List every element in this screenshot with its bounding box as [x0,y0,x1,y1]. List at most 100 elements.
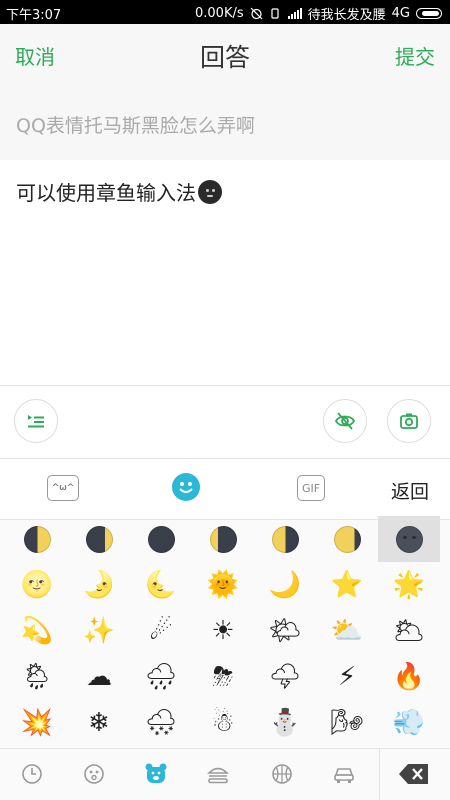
emoji-glyph: ☃ [211,708,235,738]
emoji-glyph: ⚡ [337,662,357,692]
eye-off-icon [334,412,356,430]
gif-label: GIF [301,481,321,495]
emoji-glyph: ❄ [88,708,110,738]
emoji-cell[interactable]: ☁ [68,654,130,700]
emoji-cell[interactable] [192,516,254,562]
kaomoji-label: ^ω^ [51,483,75,493]
emoji-cell[interactable] [130,516,192,562]
answer-input[interactable]: 可以使用章鱼输入法 [16,177,222,206]
first-quarter-moon-icon [23,525,51,553]
emoji-cell[interactable]: ☀ [192,608,254,654]
emoji-cell[interactable]: ❄ [68,700,130,746]
emoji-glyph: 🌤 [268,616,302,646]
category-food[interactable] [204,760,232,788]
emoji-glyph: 🔥 [392,662,426,692]
emoji-glyph: 🌞 [206,570,240,600]
emoji-glyph: 🌬 [330,708,364,738]
status-time: 下午3:07 [6,8,62,23]
category-nature[interactable] [142,760,170,788]
category-recent[interactable] [18,760,46,788]
emoji-cell[interactable]: ☃ [192,700,254,746]
category-activity[interactable] [268,760,296,788]
emoji-glyph: 💥 [20,708,54,738]
new-moon-face-icon [395,525,423,553]
emoji-cell[interactable]: ☄ [130,608,192,654]
emoji-cell[interactable]: 🌟 [378,562,440,608]
emoji-glyph: 🌝 [20,570,54,600]
emoji-cell[interactable] [254,516,316,562]
new-moon-icon [147,525,175,553]
emoji-glyph: 💨 [392,708,426,738]
signal-icon [287,8,302,19]
face-icon [84,764,104,784]
back-button[interactable]: 返回 [385,474,435,506]
battery-icon [416,8,442,19]
emoji-cell[interactable]: 🌨 [130,700,192,746]
mute-icon [271,8,279,19]
gif-tab[interactable]: GIF [297,475,325,501]
format-list-button[interactable] [14,399,58,443]
emoji-cell[interactable]: ⚡ [316,654,378,700]
backspace-icon[interactable] [398,762,430,786]
emoji-glyph: ⛅ [330,616,364,646]
emoji-glyph: ☁ [86,662,112,692]
category-faces[interactable] [80,760,108,788]
emoji-cell[interactable]: 💥 [6,700,68,746]
emoji-cell[interactable]: 🌦 [6,654,68,700]
emoji-glyph: 🌧 [144,662,178,692]
food-icon [207,767,229,784]
emoji-cell[interactable]: 🌧 [130,654,192,700]
emoji-cell[interactable] [316,516,378,562]
kaomoji-tab[interactable]: ^ω^ [47,475,79,501]
emoji-cell[interactable]: 🌩 [254,654,316,700]
emoji-cell[interactable]: 🌙 [254,562,316,608]
submit-button[interactable]: 提交 [395,41,435,70]
toolbar-divider [0,385,450,386]
emoji-cell[interactable]: ✨ [68,608,130,654]
bear-icon [145,763,167,783]
emoji-cell[interactable] [378,516,440,562]
emoji-cell[interactable]: 🌤 [254,608,316,654]
emoji-tab[interactable] [172,473,200,501]
emoji-cell[interactable]: 🌝 [6,562,68,608]
emoji-glyph: 🌛 [82,570,116,600]
emoji-cell[interactable]: ⛅ [316,608,378,654]
emoji-cell[interactable] [68,516,130,562]
emoji-glyph: ⛄ [268,708,302,738]
emoji-cell[interactable]: 💫 [6,608,68,654]
emoji-cell[interactable]: 🔥 [378,654,440,700]
camera-button[interactable] [387,399,431,443]
category-travel[interactable] [330,760,358,788]
smiley-icon [179,482,193,493]
last-quarter-moon-icon [271,525,299,553]
emoji-cell[interactable]: 🌥 [378,608,440,654]
emoji-cell[interactable] [6,516,68,562]
waning-gibbous-moon-icon [333,525,361,553]
ball-icon [272,764,292,784]
waning-crescent-moon-icon [209,525,237,553]
anonymous-toggle-button[interactable] [323,399,367,443]
status-bar: 下午3:07 0.00K/s 待我长发及腰 4G [0,0,450,24]
recent-icon [22,764,42,784]
emoji-grid: 🌝 🌛 🌜 🌞 🌙 ⭐ 🌟 💫 ✨ ☄ ☀ 🌤 ⛅ 🌥 🌦 ☁ 🌧 ⛈ 🌩 ⚡ 🔥 💥 ❄ 🌨 ☃ ⛄ 🌬 💨 [6,516,448,748]
emoji-glyph: ⛈ [212,662,234,692]
emoji-cell[interactable]: ⛄ [254,700,316,746]
emoji-glyph: 🌟 [392,570,426,600]
delete-divider [379,749,380,800]
emoji-glyph: 🌙 [268,570,302,600]
emoji-cell[interactable]: 🌜 [130,562,192,608]
list-format-icon [28,415,44,428]
answer-text: 可以使用章鱼输入法 [16,181,196,205]
emoji-cell[interactable]: ⛈ [192,654,254,700]
emoji-cell[interactable]: 🌛 [68,562,130,608]
waxing-crescent-moon-icon [85,525,113,553]
emoji-cell[interactable]: ⭐ [316,562,378,608]
emoji-glyph: 🌥 [392,616,426,646]
emoji-glyph: 🌨 [144,708,178,738]
question-text: QQ表情托马斯黑脸怎么弄啊 [16,115,255,137]
emoji-cell[interactable]: 🌬 [316,700,378,746]
emoji-cell[interactable]: 💨 [378,700,440,746]
question-panel: QQ表情托马斯黑脸怎么弄啊 [0,84,450,160]
emoji-cell[interactable]: 🌞 [192,562,254,608]
header-bar: 取消 回答 提交 [0,24,450,84]
